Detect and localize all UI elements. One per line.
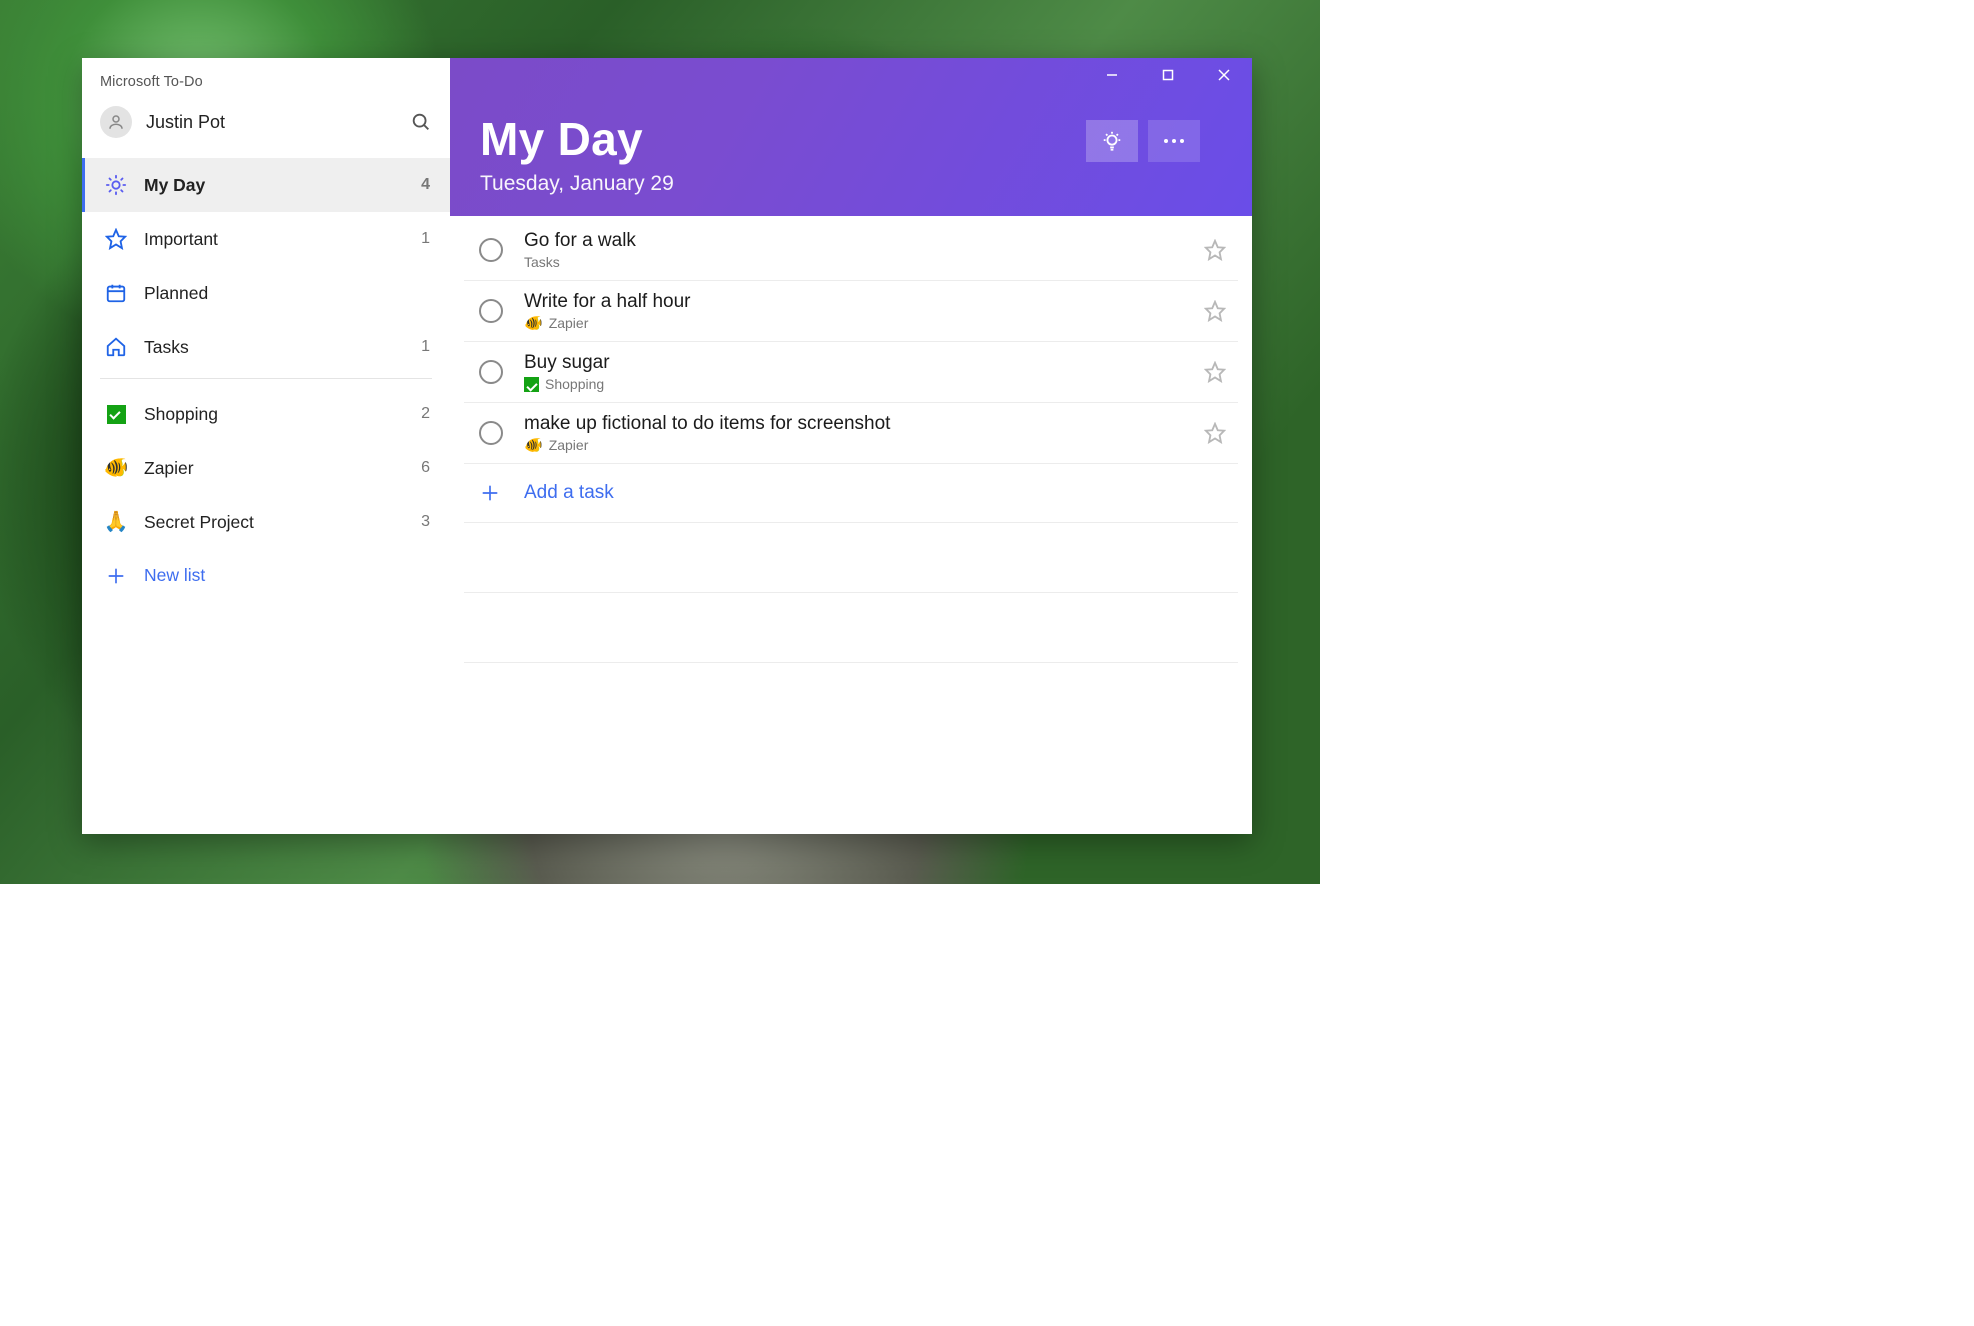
task-title: Buy sugar (524, 352, 1196, 374)
sidebar: Microsoft To-Do Justin Pot (82, 58, 450, 834)
minimize-button[interactable] (1084, 58, 1140, 92)
sidebar-item-label: Important (144, 229, 414, 250)
task-star-button[interactable] (1204, 239, 1226, 261)
circle-icon (478, 420, 504, 446)
sidebar-item-label: Secret Project (144, 512, 414, 533)
task-star-button[interactable] (1204, 361, 1226, 383)
maximize-button[interactable] (1140, 58, 1196, 92)
sidebar-item-label: Zapier (144, 458, 414, 479)
header-date: Tuesday, January 29 (450, 172, 1252, 196)
task-meta: Tasks (524, 254, 1196, 270)
task-list-name: Shopping (545, 376, 604, 392)
sidebar-item-secret[interactable]: 🙏 Secret Project 3 (82, 495, 450, 549)
star-icon (104, 227, 128, 251)
sidebar-item-label: Tasks (144, 337, 414, 358)
task-list-name: Zapier (549, 437, 589, 453)
main-pane: My Day (450, 58, 1252, 834)
add-task-input[interactable]: Add a task (464, 464, 1238, 523)
smart-lists: My Day 4 Important 1 (82, 156, 450, 374)
sidebar-item-count: 1 (414, 230, 430, 248)
sidebar-item-important[interactable]: Important 1 (82, 212, 450, 266)
star-outline-icon (1204, 300, 1226, 322)
sidebar-item-myday[interactable]: My Day 4 (82, 158, 450, 212)
task-meta: 🐠 Zapier (524, 437, 1196, 453)
more-icon (1163, 138, 1185, 144)
star-outline-icon (1204, 239, 1226, 261)
sidebar-item-count: 4 (414, 176, 430, 194)
maximize-icon (1162, 69, 1174, 81)
fish-emoji-icon: 🐠 (524, 438, 543, 453)
new-list-label: New list (144, 565, 205, 586)
calendar-icon (104, 281, 128, 305)
sidebar-item-count: 2 (414, 405, 430, 423)
sun-icon (104, 173, 128, 197)
window-controls (1084, 58, 1252, 92)
app-window: Microsoft To-Do Justin Pot (82, 58, 1252, 834)
sidebar-divider (100, 378, 432, 379)
task-list: Go for a walk Tasks Write for (450, 216, 1252, 834)
search-button[interactable] (410, 111, 432, 133)
suggestions-button[interactable] (1086, 120, 1138, 162)
sidebar-item-shopping[interactable]: Shopping 2 (82, 387, 450, 441)
star-outline-icon (1204, 361, 1226, 383)
search-icon (410, 111, 432, 133)
lightbulb-icon (1101, 130, 1123, 152)
sidebar-item-count: 1 (414, 338, 430, 356)
pray-emoji-icon: 🙏 (104, 510, 128, 534)
avatar (100, 106, 132, 138)
fish-emoji-icon: 🐠 (104, 456, 128, 480)
person-icon (107, 113, 125, 131)
new-list-button[interactable]: New list (82, 549, 450, 586)
desktop-wallpaper: Microsoft To-Do Justin Pot (0, 0, 1320, 884)
checkbox-emoji-icon (104, 402, 128, 426)
task-row[interactable]: Write for a half hour 🐠 Zapier (464, 281, 1238, 342)
task-meta: Shopping (524, 376, 1196, 392)
more-button[interactable] (1148, 120, 1200, 162)
task-checkbox[interactable] (478, 237, 504, 263)
task-star-button[interactable] (1204, 300, 1226, 322)
add-task-label: Add a task (524, 482, 614, 504)
circle-icon (478, 359, 504, 385)
plus-icon (104, 566, 128, 586)
task-title: Go for a walk (524, 230, 1196, 252)
green-check-icon (524, 377, 539, 392)
task-row[interactable]: Buy sugar Shopping (464, 342, 1238, 403)
sidebar-item-count: 6 (414, 459, 430, 477)
sidebar-item-zapier[interactable]: 🐠 Zapier 6 (82, 441, 450, 495)
star-outline-icon (1204, 422, 1226, 444)
task-row[interactable]: make up fictional to do items for screen… (464, 403, 1238, 464)
close-icon (1218, 69, 1230, 81)
sidebar-item-tasks[interactable]: Tasks 1 (82, 320, 450, 374)
sidebar-item-planned[interactable]: Planned (82, 266, 450, 320)
close-button[interactable] (1196, 58, 1252, 92)
task-meta: 🐠 Zapier (524, 315, 1196, 331)
task-checkbox[interactable] (478, 298, 504, 324)
sidebar-item-label: My Day (144, 175, 414, 196)
empty-row (464, 593, 1238, 663)
task-list-name: Tasks (524, 254, 560, 270)
user-row[interactable]: Justin Pot (82, 96, 450, 156)
task-title: Write for a half hour (524, 291, 1196, 313)
fish-emoji-icon: 🐠 (524, 316, 543, 331)
task-title: make up fictional to do items for screen… (524, 413, 1196, 435)
task-star-button[interactable] (1204, 422, 1226, 444)
header: My Day (450, 58, 1252, 216)
task-list-name: Zapier (549, 315, 589, 331)
user-name: Justin Pot (146, 112, 225, 133)
sidebar-item-label: Planned (144, 283, 414, 304)
task-checkbox[interactable] (478, 420, 504, 446)
minimize-icon (1106, 69, 1118, 81)
sidebar-item-label: Shopping (144, 404, 414, 425)
circle-icon (478, 298, 504, 324)
home-icon (104, 335, 128, 359)
plus-icon (480, 483, 500, 503)
circle-icon (478, 237, 504, 263)
empty-row (464, 523, 1238, 593)
page-title: My Day (480, 112, 643, 166)
user-lists: Shopping 2 🐠 Zapier 6 🙏 Secret Project 3 (82, 385, 450, 549)
sidebar-item-count: 3 (414, 513, 430, 531)
task-row[interactable]: Go for a walk Tasks (464, 220, 1238, 281)
task-checkbox[interactable] (478, 359, 504, 385)
app-title: Microsoft To-Do (82, 58, 450, 96)
